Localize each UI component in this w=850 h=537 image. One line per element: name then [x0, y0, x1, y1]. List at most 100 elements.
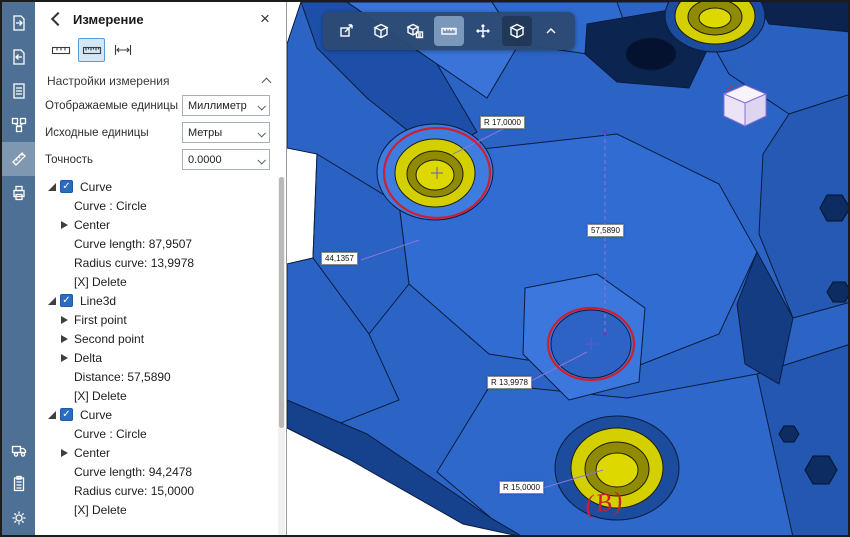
tree-item-center-1[interactable]: Center	[35, 215, 286, 234]
tree-item-label: Center	[74, 218, 110, 232]
tree-item[interactable]: Radius curve: 13,9978	[35, 253, 286, 272]
delete-item-label: [X] Delete	[74, 275, 127, 289]
collapse-section-icon[interactable]	[262, 76, 272, 86]
tree-item-label: Curve : Circle	[74, 199, 147, 213]
cube-icon[interactable]	[366, 16, 396, 46]
tree-item-label: Line3d	[80, 294, 116, 308]
close-icon[interactable]	[256, 10, 274, 28]
dimension-label-44[interactable]: 44,1357	[321, 252, 358, 265]
tree-item-label: Delta	[74, 351, 102, 365]
tree-item-curve-1[interactable]: Curve	[35, 177, 286, 196]
print-icon[interactable]	[2, 176, 35, 210]
tree-item-label: Curve	[80, 180, 112, 194]
bore-top	[377, 124, 493, 220]
tree-item-label: Distance: 57,5890	[74, 370, 171, 384]
precision-label: Точность	[45, 154, 182, 166]
measure-mode-toolbar	[35, 36, 286, 68]
back-icon[interactable]	[47, 10, 65, 28]
tree-item-label: First point	[74, 313, 127, 327]
precision-value: 0.0000	[188, 154, 222, 166]
expander-collapsed-icon[interactable]	[61, 221, 68, 229]
tree-scrollbar[interactable]	[278, 177, 285, 535]
precision-row: Точность 0.0000	[35, 146, 286, 173]
ruler-simple-icon[interactable]	[47, 38, 74, 62]
tree-item[interactable]: Distance: 57,5890	[35, 367, 286, 386]
tree-item-line3d[interactable]: Line3d	[35, 291, 286, 310]
tree-item[interactable]: Radius curve: 15,0000	[35, 481, 286, 500]
display-units-row: Отображаемые единицы Миллиметр	[35, 92, 286, 119]
cad-model[interactable]	[287, 2, 848, 535]
viewport-3d[interactable]: R 17,0000 57,5890 44,1357 R 13,9978 R 15…	[287, 2, 848, 535]
ruler-ticks-icon[interactable]	[78, 38, 105, 62]
caliper-icon[interactable]	[109, 38, 136, 62]
tree-item-label: Radius curve: 13,9978	[74, 256, 194, 270]
tree-item-center-2[interactable]: Center	[35, 443, 286, 462]
cad-application-window: Измерение Настройки измерения Отображаем…	[0, 0, 850, 537]
tree-item-delta[interactable]: Delta	[35, 348, 286, 367]
display-units-value: Миллиметр	[188, 100, 247, 112]
viewport-toolbar	[323, 12, 575, 50]
scrollbar-thumb[interactable]	[279, 177, 284, 428]
collapse-chevron-icon[interactable]	[536, 16, 566, 46]
dimension-label-distance[interactable]: 57,5890	[587, 224, 624, 237]
tree-item-label: Curve length: 94,2478	[74, 465, 192, 479]
tree-item-second-point[interactable]: Second point	[35, 329, 286, 348]
tree-item-curve-2[interactable]: Curve	[35, 405, 286, 424]
tree-item[interactable]: Curve length: 87,9507	[35, 234, 286, 253]
cube-annotate-icon[interactable]	[400, 16, 430, 46]
expander-collapsed-icon[interactable]	[61, 316, 68, 324]
truck-icon[interactable]	[2, 433, 35, 467]
main-sidebar	[2, 2, 35, 535]
tree-item-label: Curve : Circle	[74, 427, 147, 441]
source-units-dropdown[interactable]: Метры	[182, 122, 270, 143]
delete-item-button[interactable]: [X] Delete	[35, 386, 286, 405]
settings-section-header[interactable]: Настройки измерения	[35, 68, 286, 92]
source-units-label: Исходные единицы	[45, 127, 182, 139]
measurement-tree: Curve Curve : Circle Center Curve length…	[35, 177, 286, 535]
checkbox-checked[interactable]	[60, 180, 73, 193]
settings-section-title: Настройки измерения	[47, 74, 262, 88]
tree-item-label: Radius curve: 15,0000	[74, 484, 194, 498]
pan-icon[interactable]	[468, 16, 498, 46]
panel-header: Измерение	[35, 2, 286, 36]
display-units-label: Отображаемые единицы	[45, 100, 182, 112]
tree-item[interactable]: Curve : Circle	[35, 424, 286, 443]
checkbox-checked[interactable]	[60, 408, 73, 421]
tasks-icon[interactable]	[2, 467, 35, 501]
export-model-icon[interactable]	[2, 40, 35, 74]
tree-item-first-point[interactable]: First point	[35, 310, 286, 329]
expander-expanded-icon[interactable]	[48, 183, 56, 191]
measurement-panel: Измерение Настройки измерения Отображаем…	[35, 2, 287, 535]
dimension-label-radius-15[interactable]: R 15,0000	[499, 481, 544, 494]
annotation-b: (B)	[583, 486, 626, 521]
panel-title: Измерение	[73, 12, 256, 27]
measure-tool-icon[interactable]	[2, 142, 35, 176]
expander-expanded-icon[interactable]	[48, 297, 56, 305]
model-view-icon[interactable]	[502, 16, 532, 46]
expander-collapsed-icon[interactable]	[61, 449, 68, 457]
tree-item-label: Second point	[74, 332, 144, 346]
report-icon[interactable]	[2, 74, 35, 108]
tree-item-label: Curve length: 87,9507	[74, 237, 192, 251]
settings-gear-icon[interactable]	[2, 501, 35, 535]
display-units-dropdown[interactable]: Миллиметр	[182, 95, 270, 116]
measure-area-icon[interactable]	[332, 16, 362, 46]
dimension-label-radius-17[interactable]: R 17,0000	[480, 116, 525, 129]
import-model-icon[interactable]	[2, 6, 35, 40]
tree-item-label: Center	[74, 446, 110, 460]
tree-item[interactable]: Curve length: 94,2478	[35, 462, 286, 481]
checkbox-checked[interactable]	[60, 294, 73, 307]
delete-item-label: [X] Delete	[74, 389, 127, 403]
structure-icon[interactable]	[2, 108, 35, 142]
delete-item-button[interactable]: [X] Delete	[35, 500, 286, 519]
dimension-label-radius-13[interactable]: R 13,9978	[487, 376, 532, 389]
source-units-row: Исходные единицы Метры	[35, 119, 286, 146]
ruler-icon[interactable]	[434, 16, 464, 46]
delete-item-button[interactable]: [X] Delete	[35, 272, 286, 291]
expander-collapsed-icon[interactable]	[61, 354, 68, 362]
precision-dropdown[interactable]: 0.0000	[182, 149, 270, 170]
expander-expanded-icon[interactable]	[48, 411, 56, 419]
delete-item-label: [X] Delete	[74, 503, 127, 517]
tree-item[interactable]: Curve : Circle	[35, 196, 286, 215]
expander-collapsed-icon[interactable]	[61, 335, 68, 343]
